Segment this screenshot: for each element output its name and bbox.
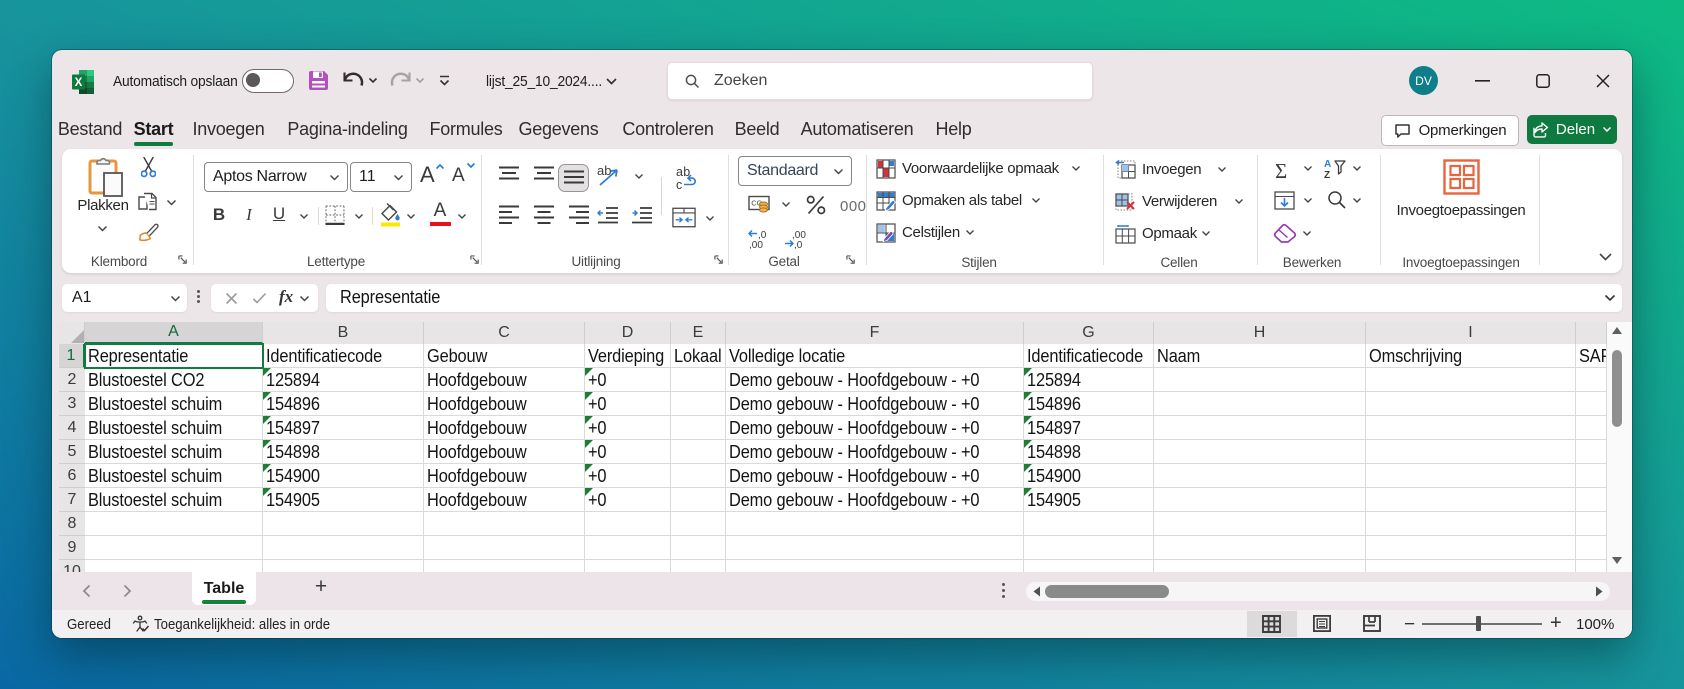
svg-text:Z: Z — [1324, 170, 1330, 179]
svg-text:,0: ,0 — [794, 240, 803, 249]
svg-text:c: c — [676, 178, 682, 191]
svg-text:X: X — [75, 77, 83, 89]
svg-text:,00: ,00 — [749, 240, 763, 249]
svg-text:A: A — [1324, 159, 1331, 170]
